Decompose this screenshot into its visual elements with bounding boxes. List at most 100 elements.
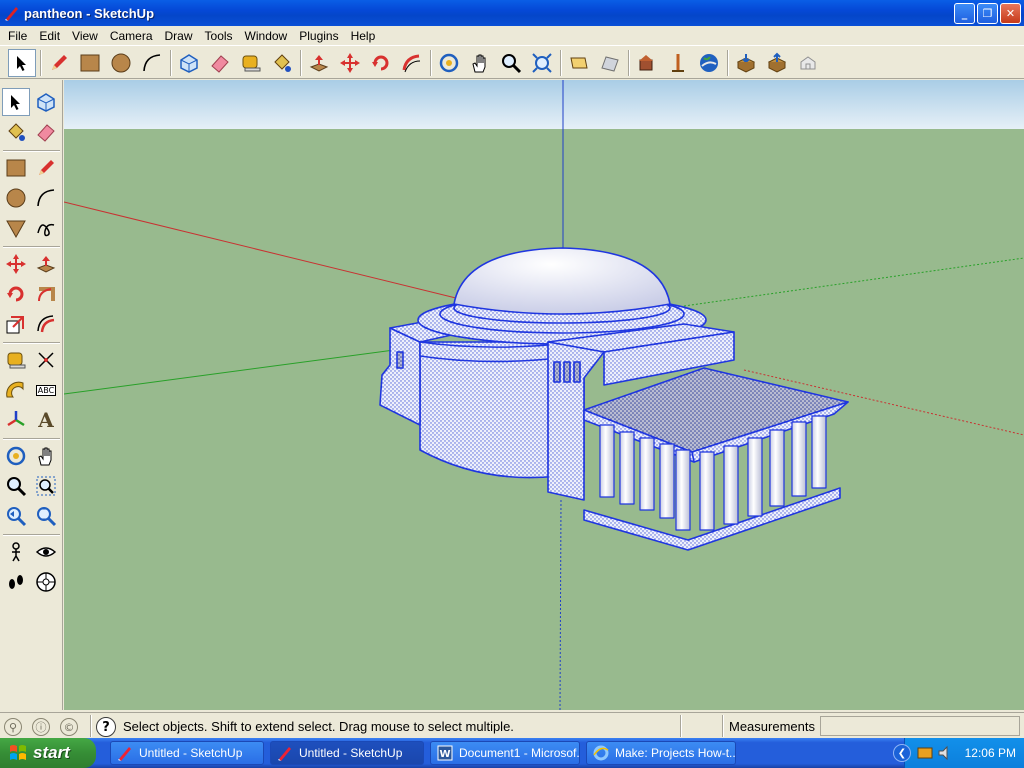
left-eraser-tool[interactable]	[32, 118, 60, 146]
left-zoom-extents-tool[interactable]	[32, 502, 60, 530]
left-scale-tool[interactable]	[2, 310, 30, 338]
measurements-input[interactable]	[820, 716, 1020, 736]
toolbar-rectangle-tool[interactable]	[76, 49, 104, 77]
menu-window[interactable]: Window	[239, 29, 294, 43]
menu-plugins[interactable]: Plugins	[293, 29, 344, 43]
volume-icon[interactable]	[937, 745, 953, 761]
left-arc-tool[interactable]	[32, 184, 60, 212]
toolbar-tape-measure-tool[interactable]	[237, 49, 265, 77]
large-tool-set: ABC A	[0, 80, 63, 710]
left-paint-bucket-tool[interactable]	[2, 118, 30, 146]
drawing-viewport[interactable]	[64, 80, 1024, 710]
toolbar-share-component-tool[interactable]	[794, 49, 822, 77]
menu-draw[interactable]: Draw	[159, 29, 199, 43]
left-freehand-tool[interactable]	[32, 214, 60, 242]
left-pan-tool[interactable]	[32, 442, 60, 470]
left-orbit-tool[interactable]	[2, 442, 30, 470]
left-text-tool[interactable]: ABC	[32, 376, 60, 404]
circle-icon	[6, 188, 26, 208]
move-icon	[6, 254, 26, 274]
toolbar-google-earth-tool[interactable]	[695, 49, 723, 77]
left-make-component-tool[interactable]	[32, 88, 60, 116]
left-select-tool[interactable]	[2, 88, 30, 116]
network-icon[interactable]	[917, 745, 933, 761]
menu-camera[interactable]: Camera	[104, 29, 159, 43]
left-rotate-tool[interactable]	[2, 280, 30, 308]
model-canvas[interactable]	[64, 80, 1024, 710]
left-previous-view-tool[interactable]	[2, 502, 30, 530]
tray-expand-icon[interactable]: ❮	[893, 744, 911, 762]
instructor-help-icon[interactable]: ?	[96, 717, 116, 737]
component-icon	[180, 54, 198, 73]
left-circle-tool[interactable]	[2, 184, 30, 212]
toolbar-next-view-tool[interactable]	[596, 49, 624, 77]
task-document1-word[interactable]: W Document1 - Microsof...	[430, 741, 580, 765]
left-zoom-tool[interactable]	[2, 472, 30, 500]
toolbar-eraser-tool[interactable]	[206, 49, 234, 77]
sketchup-icon	[278, 747, 291, 761]
start-button[interactable]: start	[0, 738, 96, 768]
menu-help[interactable]: Help	[345, 29, 382, 43]
maximize-button[interactable]: ❐	[977, 3, 998, 24]
toolbar-push-pull-tool[interactable]	[305, 49, 333, 77]
menu-edit[interactable]: Edit	[33, 29, 66, 43]
left-zoom-window-tool[interactable]	[32, 472, 60, 500]
left-push-pull-tool[interactable]	[32, 250, 60, 278]
geo-location-icon[interactable]: ⚲	[4, 718, 22, 736]
menu-file[interactable]: File	[2, 29, 33, 43]
toolbar-previous-view-tool[interactable]	[565, 49, 593, 77]
orbit-icon	[439, 53, 459, 73]
left-polygon-tool[interactable]	[2, 214, 30, 242]
left-walk-tool[interactable]	[2, 568, 30, 596]
minimize-button[interactable]: _	[954, 3, 975, 24]
left-tape-measure-tool[interactable]	[2, 346, 30, 374]
left-section-plane-tool[interactable]	[32, 568, 60, 596]
toolbar-follow-me-tool[interactable]	[398, 49, 426, 77]
credits-icon[interactable]: ⓘ	[32, 718, 50, 736]
toolbar-get-current-view-tool[interactable]	[633, 49, 661, 77]
left-follow-me-tool[interactable]	[32, 280, 60, 308]
clock: 12:06 PM	[964, 746, 1016, 760]
toolbar-pencil-tool[interactable]	[45, 49, 73, 77]
task-label: Make: Projects How-t...	[615, 746, 736, 760]
toolbar-paint-bucket-tool[interactable]	[268, 49, 296, 77]
task-untitled-sketchup-1[interactable]: Untitled - SketchUp	[110, 741, 264, 765]
toolbar-make-component-tool[interactable]	[175, 49, 203, 77]
left-dimension-tool[interactable]	[32, 346, 60, 374]
menu-tools[interactable]: Tools	[199, 29, 239, 43]
left-rectangle-tool[interactable]	[2, 154, 30, 182]
menu-view[interactable]: View	[66, 29, 104, 43]
toolbar-rotate-tool[interactable]	[367, 49, 395, 77]
task-make-projects-ie[interactable]: Make: Projects How-t...	[586, 741, 736, 765]
task-untitled-sketchup-2[interactable]: Untitled - SketchUp	[270, 741, 424, 765]
previous-icon	[7, 507, 27, 527]
menu-bar: File Edit View Camera Draw Tools Window …	[0, 26, 1024, 45]
close-button[interactable]: ✕	[1000, 3, 1021, 24]
left-move-tool[interactable]	[2, 250, 30, 278]
left-position-camera-tool[interactable]	[2, 538, 30, 566]
account-icon[interactable]: ©	[60, 718, 78, 736]
rotate-icon	[7, 286, 24, 302]
toolbar-move-tool[interactable]	[336, 49, 364, 77]
section-plane-icon	[36, 572, 56, 592]
left-offset-tool[interactable]	[32, 310, 60, 338]
scale-icon	[6, 316, 24, 334]
toolbar-orbit-tool[interactable]	[435, 49, 463, 77]
toolbar-toggle-terrain-tool[interactable]	[664, 49, 692, 77]
upload-icon	[767, 52, 787, 73]
toolbar-get-models-tool[interactable]	[732, 49, 760, 77]
protractor-icon	[6, 381, 24, 398]
toolbar-zoom-extents-tool[interactable]	[528, 49, 556, 77]
toolbar-select-tool[interactable]	[8, 49, 36, 77]
left-protractor-tool[interactable]	[2, 376, 30, 404]
left-look-around-tool[interactable]	[32, 538, 60, 566]
left-3d-text-tool[interactable]: A	[32, 406, 60, 434]
toolbar-circle-tool[interactable]	[107, 49, 135, 77]
toolbar-arc-tool[interactable]	[138, 49, 166, 77]
toolbar-pan-tool[interactable]	[466, 49, 494, 77]
toolbar-share-model-tool[interactable]	[763, 49, 791, 77]
left-axes-tool[interactable]	[2, 406, 30, 434]
rectangle-icon	[6, 159, 26, 177]
toolbar-zoom-tool[interactable]	[497, 49, 525, 77]
left-line-tool[interactable]	[32, 154, 60, 182]
